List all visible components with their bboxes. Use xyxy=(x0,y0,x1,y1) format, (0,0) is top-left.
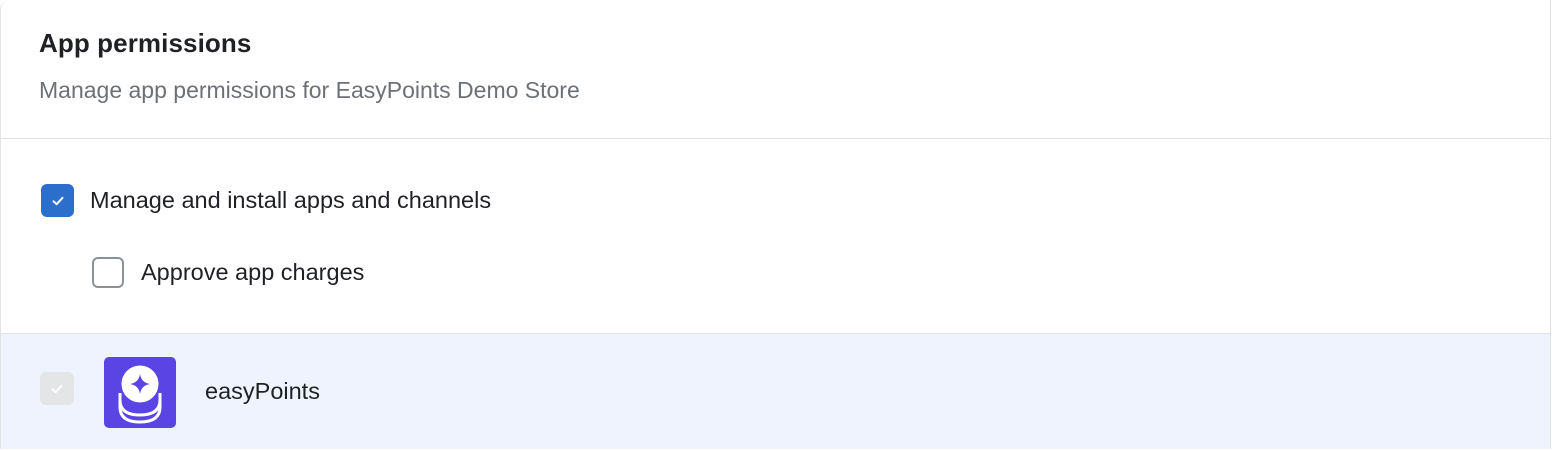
app-permissions-card: App permissions Manage app permissions f… xyxy=(0,0,1551,449)
checkmark-icon xyxy=(52,196,63,205)
approve-app-charges-checkbox[interactable] xyxy=(92,257,124,288)
app-row-easypoints: easyPoints xyxy=(1,333,1550,449)
easypoints-logo-icon xyxy=(104,357,176,428)
page-title: App permissions xyxy=(39,28,252,58)
permission-approve-app-charges[interactable]: Approve app charges xyxy=(92,257,364,288)
easypoints-app-checkbox xyxy=(40,372,74,405)
checkmark-icon xyxy=(51,384,63,393)
manage-install-apps-label: Manage and install apps and channels xyxy=(90,187,492,213)
approve-app-charges-label: Approve app charges xyxy=(141,259,365,285)
manage-install-apps-checkbox[interactable] xyxy=(41,184,74,217)
permission-manage-install-apps[interactable]: Manage and install apps and channels xyxy=(41,184,491,217)
app-name: easyPoints xyxy=(205,378,320,404)
page-subtitle: Manage app permissions for EasyPoints De… xyxy=(39,77,580,103)
card-header: App permissions Manage app permissions f… xyxy=(1,0,1550,139)
